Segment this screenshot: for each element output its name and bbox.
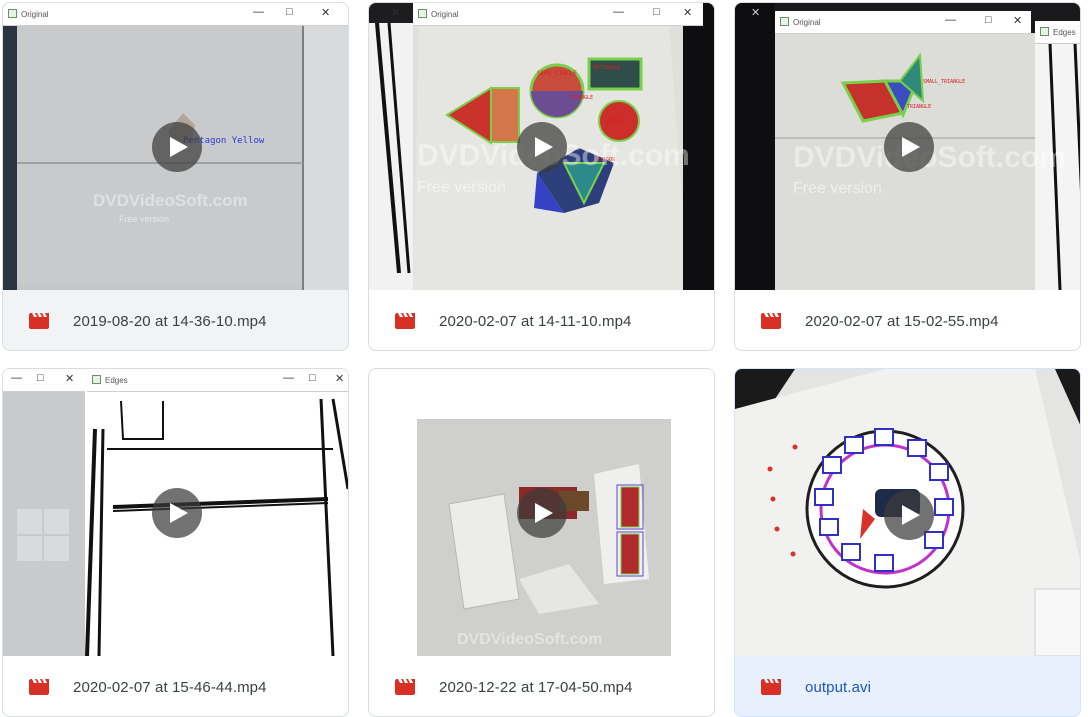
close-icon: ✕ <box>335 373 345 385</box>
file-card[interactable]: Original — □ ✕ Pentagon Yellow DVDVideoS… <box>2 2 349 351</box>
shape-label: TRIANGLE <box>569 95 593 101</box>
video-thumbnail: Original — □ ✕ Pentagon Yellow DVDVideoS… <box>3 3 348 290</box>
minimize-icon: — <box>613 6 624 18</box>
play-button[interactable] <box>517 122 567 172</box>
shape-label: RECTANGLE <box>593 65 620 71</box>
close-icon: ✕ <box>321 7 331 19</box>
video-thumbnail: — □ ✕ Edges — □ ✕ <box>3 369 348 656</box>
file-card-footer: output.avi <box>735 656 1080 716</box>
file-card-footer: 2019-08-20 at 14-36-10.mp4 <box>3 290 348 350</box>
watermark: DVDVideoSoft.com <box>457 631 603 648</box>
minimize-icon: — <box>945 14 956 26</box>
window-app-icon <box>418 9 427 18</box>
close-icon: ✕ <box>1013 15 1023 27</box>
play-icon <box>535 137 553 157</box>
play-icon <box>170 503 188 523</box>
file-card[interactable]: SEMI_CIRCLE RECTANGLE CIRCLE TRIANGLE HE… <box>368 2 715 351</box>
file-name: 2020-02-07 at 14-11-10.mp4 <box>439 312 632 330</box>
play-icon <box>902 505 920 525</box>
watermark-sub: Free version <box>793 180 882 197</box>
maximize-icon: □ <box>985 14 992 26</box>
file-name: 2019-08-20 at 14-36-10.mp4 <box>73 312 267 330</box>
play-button[interactable] <box>517 488 567 538</box>
file-card[interactable]: SMALL_TRIANGLE TRIANGLE Original — □ ✕ E… <box>734 2 1081 351</box>
window-titlebar-edges: Edges <box>1035 21 1080 44</box>
window-app-icon <box>1040 27 1049 36</box>
file-card-footer: 2020-12-22 at 17-04-50.mp4 <box>369 656 714 716</box>
file-name: 2020-02-07 at 15-02-55.mp4 <box>805 312 999 330</box>
play-button[interactable] <box>152 122 202 172</box>
window-titlebar: Original — □ ✕ <box>775 11 1031 34</box>
window-app-icon <box>780 17 789 26</box>
video-file-icon <box>395 679 415 695</box>
watermark-sub: Free version <box>417 179 506 196</box>
play-icon <box>902 137 920 157</box>
window-app-icon <box>92 375 101 384</box>
file-name: output.avi <box>805 678 872 696</box>
file-card-footer: 2020-02-07 at 15-46-44.mp4 <box>3 656 348 716</box>
window-titlebar-edges: Edges — □ ✕ <box>87 369 348 392</box>
close-icon: ✕ <box>683 7 693 19</box>
window-titlebar: Original — □ ✕ <box>3 3 348 26</box>
window-titlebar: — □ ✕ <box>3 369 85 392</box>
video-file-icon <box>29 313 49 329</box>
watermark: DVDVideoSoft.com <box>93 191 248 210</box>
shape-label: SMALL_TRIANGLE <box>923 79 965 85</box>
play-button[interactable] <box>884 490 934 540</box>
file-name: 2020-02-07 at 15-46-44.mp4 <box>73 678 267 696</box>
close-icon: ✕ <box>391 7 401 19</box>
minimize-icon: — <box>11 372 22 384</box>
shape-label: CIRCLE <box>607 119 625 125</box>
close-icon: ✕ <box>65 373 75 385</box>
video-file-icon <box>395 313 415 329</box>
maximize-icon: □ <box>653 6 660 18</box>
maximize-icon: □ <box>309 372 316 384</box>
maximize-icon: □ <box>37 372 44 384</box>
video-file-icon <box>29 679 49 695</box>
video-file-icon <box>761 679 781 695</box>
video-thumbnail: DVDVideoSoft.com <box>369 369 714 656</box>
file-card[interactable]: output.avi <box>734 368 1081 717</box>
play-icon <box>170 137 188 157</box>
video-thumbnail <box>735 369 1080 656</box>
file-card-footer: 2020-02-07 at 15-02-55.mp4 <box>735 290 1080 350</box>
minimize-icon: — <box>253 6 264 18</box>
window-app-icon <box>8 9 17 18</box>
video-file-icon <box>761 313 781 329</box>
play-button[interactable] <box>152 488 202 538</box>
file-name: 2020-12-22 at 17-04-50.mp4 <box>439 678 633 696</box>
file-card[interactable]: DVDVideoSoft.com 2020-12-22 at 17-04-50.… <box>368 368 715 717</box>
video-thumbnail: SMALL_TRIANGLE TRIANGLE Original — □ ✕ E… <box>735 3 1080 290</box>
file-card[interactable]: — □ ✕ Edges — □ ✕ 2020-02-07 at 15-46-44… <box>2 368 349 717</box>
window-titlebar: Original — □ ✕ <box>413 3 703 26</box>
maximize-icon: □ <box>286 6 293 18</box>
shape-label: TRIANGLE <box>907 104 931 110</box>
play-icon <box>535 503 553 523</box>
shape-label: SEMI_CIRCLE <box>537 70 577 77</box>
video-thumbnail: SEMI_CIRCLE RECTANGLE CIRCLE TRIANGLE HE… <box>369 3 714 290</box>
minimize-icon: — <box>283 372 294 384</box>
close-icon: ✕ <box>751 7 761 19</box>
play-button[interactable] <box>884 122 934 172</box>
watermark-sub: Free version <box>119 214 170 224</box>
file-card-footer: 2020-02-07 at 14-11-10.mp4 <box>369 290 714 350</box>
